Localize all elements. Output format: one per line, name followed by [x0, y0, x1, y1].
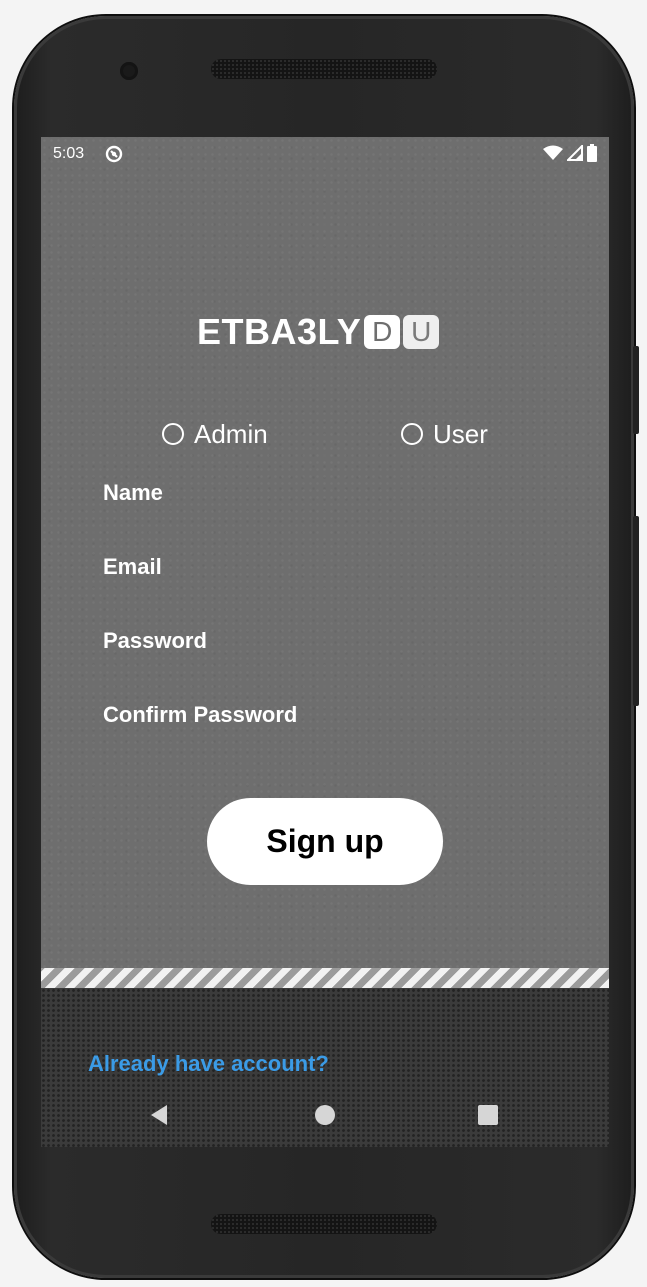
login-link[interactable]: Already have account?	[88, 1051, 329, 1077]
radio-user-label: User	[433, 418, 488, 449]
radio-circle-icon[interactable]	[401, 423, 423, 445]
radio-circle-icon[interactable]	[162, 423, 184, 445]
logo-letter-u: U	[403, 315, 440, 349]
nav-home-button[interactable]	[305, 1098, 345, 1132]
system-nav-bar	[41, 1098, 609, 1132]
earpiece-speaker	[211, 59, 437, 79]
radio-user[interactable]: User	[401, 417, 488, 451]
recents-icon[interactable]	[477, 1104, 499, 1126]
radio-admin[interactable]: Admin	[162, 417, 268, 451]
power-button	[633, 516, 639, 706]
confirm-password-field[interactable]: Confirm Password	[103, 702, 297, 728]
signal-icon	[567, 145, 583, 161]
signup-button[interactable]: Sign up	[207, 798, 443, 885]
decorative-stripe	[41, 968, 609, 988]
status-time: 5:03	[53, 145, 85, 162]
app-logo: ETBA3LY D U	[197, 311, 440, 352]
status-icons	[543, 144, 597, 162]
radio-admin-label: Admin	[194, 418, 268, 449]
bottom-speaker	[211, 1214, 437, 1234]
logo-text: ETBA3LY	[197, 311, 362, 352]
volume-button	[633, 346, 639, 434]
nav-recents-button[interactable]	[468, 1098, 508, 1132]
bottom-panel: Already have account?	[41, 988, 609, 1147]
status-bar: 5:03	[41, 137, 609, 171]
wifi-icon	[543, 145, 563, 160]
battery-icon	[587, 144, 597, 162]
home-icon[interactable]	[314, 1104, 336, 1126]
app-screen: 5:03 ETBA3LY D U Admin User Name Email P…	[41, 137, 609, 1147]
logo-letter-d: D	[364, 315, 401, 349]
front-camera	[120, 62, 138, 80]
password-field[interactable]: Password	[103, 628, 207, 654]
sync-icon	[105, 145, 123, 163]
nav-back-button[interactable]	[139, 1098, 179, 1132]
email-field[interactable]: Email	[103, 554, 162, 580]
back-icon[interactable]	[149, 1104, 169, 1126]
name-field[interactable]: Name	[103, 480, 163, 506]
